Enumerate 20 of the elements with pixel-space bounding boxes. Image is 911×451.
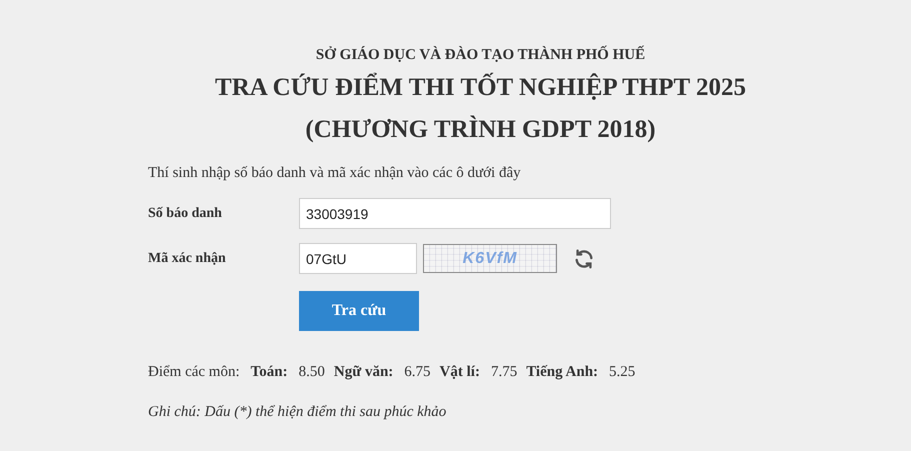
scores-label: Điểm các môn: [148,363,240,382]
subject-name: Vật lí: [440,363,480,382]
subject-name: Tiếng Anh: [526,363,598,382]
captcha-image: K6VfM [423,244,557,273]
note-text: Ghi chú: Dấu (*) thể hiện điểm thi sau phúc khảo [148,402,448,422]
search-button[interactable]: Tra cứu [299,291,419,331]
subject-score: 5.25 [609,363,636,382]
subject-name: Ngữ văn: [334,363,394,382]
intro-text: Thí sinh nhập số báo danh và mã xác nhận vào các ô dưới đây [148,164,522,183]
subject-score: 8.50 [298,363,325,382]
field-label: Mã xác nhận [148,250,227,268]
department-heading: SỞ GIÁO DỤC VÀ ĐÀO TẠO THÀNH PHỐ HUẾ [316,45,646,65]
captcha-field[interactable]: 07GtU [299,243,417,274]
page-subtitle: (CHƯƠNG TRÌNH GDPT 2018) [305,115,656,145]
subject-score: 7.75 [490,363,518,382]
field-label: Số báo danh [148,205,223,223]
subject-name: Toán: [250,363,288,382]
page-title: TRA CỨU ĐIỂM THI TỐT NGHIỆP THPT 2025 [215,73,746,103]
candidate-number-field[interactable]: 33003919 [299,198,611,229]
subject-score: 6.75 [404,363,431,382]
